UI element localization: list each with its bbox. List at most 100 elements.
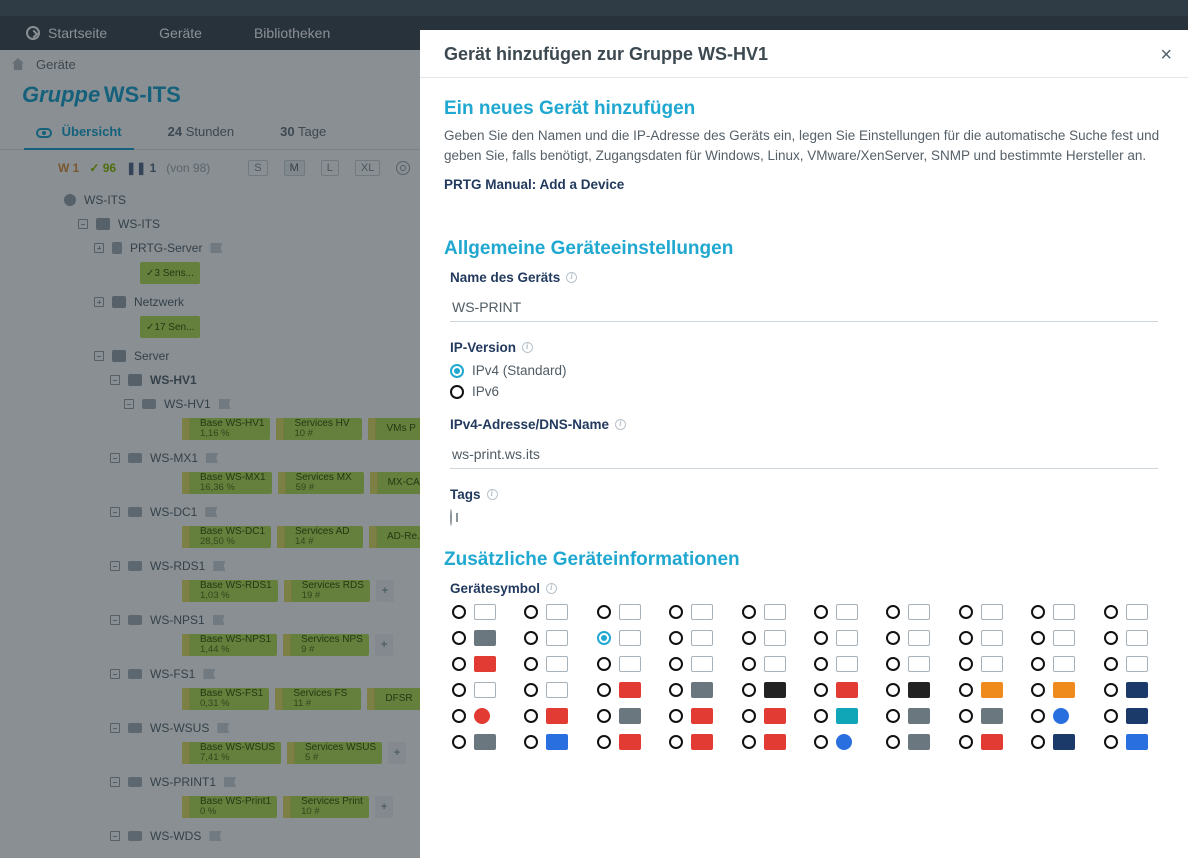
radio-icon <box>1031 631 1045 645</box>
device-symbol-icon <box>908 604 930 620</box>
device-icon-option[interactable] <box>959 708 1013 724</box>
section-additional: Zusätzliche Geräteinformationen <box>444 549 1164 571</box>
device-icon-option[interactable] <box>742 630 796 646</box>
add-device-modal: Gerät hinzufügen zur Gruppe WS-HV1 × Ein… <box>420 30 1188 858</box>
address-input[interactable] <box>450 440 1158 469</box>
info-icon[interactable] <box>546 583 557 594</box>
device-icon-option[interactable] <box>452 656 506 672</box>
device-icon-option[interactable] <box>742 604 796 620</box>
device-icon-option[interactable] <box>524 708 578 724</box>
device-symbol-icon <box>1126 734 1148 750</box>
device-icon-option[interactable] <box>886 734 940 750</box>
device-icon-option[interactable] <box>597 656 651 672</box>
device-icon-option[interactable] <box>1104 734 1158 750</box>
device-icon-option[interactable] <box>1104 630 1158 646</box>
device-icon-option[interactable] <box>1104 682 1158 698</box>
device-icon-option[interactable] <box>597 708 651 724</box>
device-symbol-icon <box>1053 656 1075 672</box>
device-icon-option[interactable] <box>669 734 723 750</box>
device-icon-option[interactable] <box>452 682 506 698</box>
device-icon-option[interactable] <box>669 708 723 724</box>
radio-icon <box>886 735 900 749</box>
device-icon-option[interactable] <box>742 734 796 750</box>
device-icon-option[interactable] <box>524 630 578 646</box>
device-icon-option[interactable] <box>742 708 796 724</box>
device-name-input[interactable] <box>450 293 1158 322</box>
device-icon-label: Gerätesymbol <box>450 581 1158 596</box>
device-icon-option[interactable] <box>959 734 1013 750</box>
device-icon-option[interactable] <box>814 604 868 620</box>
info-icon[interactable] <box>566 272 577 283</box>
device-symbol-icon <box>836 604 858 620</box>
device-icon-option[interactable] <box>669 604 723 620</box>
close-icon[interactable]: × <box>1160 45 1172 65</box>
device-symbol-icon <box>691 682 713 698</box>
radio-icon <box>669 605 683 619</box>
device-icon-option[interactable] <box>959 656 1013 672</box>
radio-icon <box>597 657 611 671</box>
radio-icon <box>959 631 973 645</box>
device-icon-option[interactable] <box>1104 604 1158 620</box>
device-icon-option[interactable] <box>1031 682 1085 698</box>
device-symbol-icon <box>836 656 858 672</box>
radio-icon <box>597 709 611 723</box>
device-icon-option[interactable] <box>452 708 506 724</box>
device-symbol-icon <box>691 630 713 646</box>
radio-icon <box>742 709 756 723</box>
device-icon-option[interactable] <box>814 682 868 698</box>
radio-icon <box>886 631 900 645</box>
device-icon-option[interactable] <box>1104 656 1158 672</box>
device-icon-option[interactable] <box>959 604 1013 620</box>
radio-icon <box>597 631 611 645</box>
device-icon-option[interactable] <box>452 604 506 620</box>
device-icon-option[interactable] <box>452 630 506 646</box>
device-icon-option[interactable] <box>524 734 578 750</box>
device-icon-option[interactable] <box>886 630 940 646</box>
device-icon-option[interactable] <box>814 708 868 724</box>
device-symbol-icon <box>546 708 568 724</box>
info-icon[interactable] <box>522 342 533 353</box>
device-icon-option[interactable] <box>452 734 506 750</box>
device-icon-option[interactable] <box>524 604 578 620</box>
device-icon-option[interactable] <box>524 656 578 672</box>
device-icon-option[interactable] <box>886 604 940 620</box>
device-icon-option[interactable] <box>669 656 723 672</box>
device-icon-option[interactable] <box>959 630 1013 646</box>
info-icon[interactable] <box>487 489 498 500</box>
device-icon-option[interactable] <box>669 682 723 698</box>
info-icon[interactable] <box>615 419 626 430</box>
radio-ipv4[interactable]: IPv4 (Standard) <box>450 363 1158 378</box>
device-icon-option[interactable] <box>886 708 940 724</box>
device-icon-option[interactable] <box>597 734 651 750</box>
device-symbol-icon <box>981 630 1003 646</box>
device-icon-option[interactable] <box>1031 630 1085 646</box>
device-icon-option[interactable] <box>814 630 868 646</box>
device-icon-option[interactable] <box>597 682 651 698</box>
device-icon-option[interactable] <box>814 656 868 672</box>
radio-ipv6[interactable]: IPv6 <box>450 384 1158 399</box>
device-icon-option[interactable] <box>742 682 796 698</box>
device-icon-option[interactable] <box>814 734 868 750</box>
device-icon-option[interactable] <box>1031 734 1085 750</box>
device-icon-option[interactable] <box>597 630 651 646</box>
device-icon-option[interactable] <box>886 682 940 698</box>
radio-icon <box>742 657 756 671</box>
device-icon-option[interactable] <box>1031 708 1085 724</box>
device-icon-option[interactable] <box>886 656 940 672</box>
device-icon-option[interactable] <box>742 656 796 672</box>
device-icon-option[interactable] <box>1031 604 1085 620</box>
device-icon-option[interactable] <box>959 682 1013 698</box>
modal-description: Geben Sie den Namen und die IP-Adresse d… <box>444 126 1164 165</box>
device-icon-option[interactable] <box>1104 708 1158 724</box>
radio-icon <box>524 657 538 671</box>
section-general: Allgemeine Geräteeinstellungen <box>444 238 1164 260</box>
device-icon-option[interactable] <box>597 604 651 620</box>
add-tag-button[interactable] <box>450 509 452 526</box>
field-address: IPv4-Adresse/DNS-Name <box>450 417 1158 469</box>
device-icon-option[interactable] <box>1031 656 1085 672</box>
manual-link[interactable]: PRTG Manual: Add a Device <box>444 177 624 192</box>
device-symbol-icon <box>764 682 786 698</box>
device-icon-option[interactable] <box>669 630 723 646</box>
device-symbol-icon <box>619 708 641 724</box>
device-icon-option[interactable] <box>524 682 578 698</box>
